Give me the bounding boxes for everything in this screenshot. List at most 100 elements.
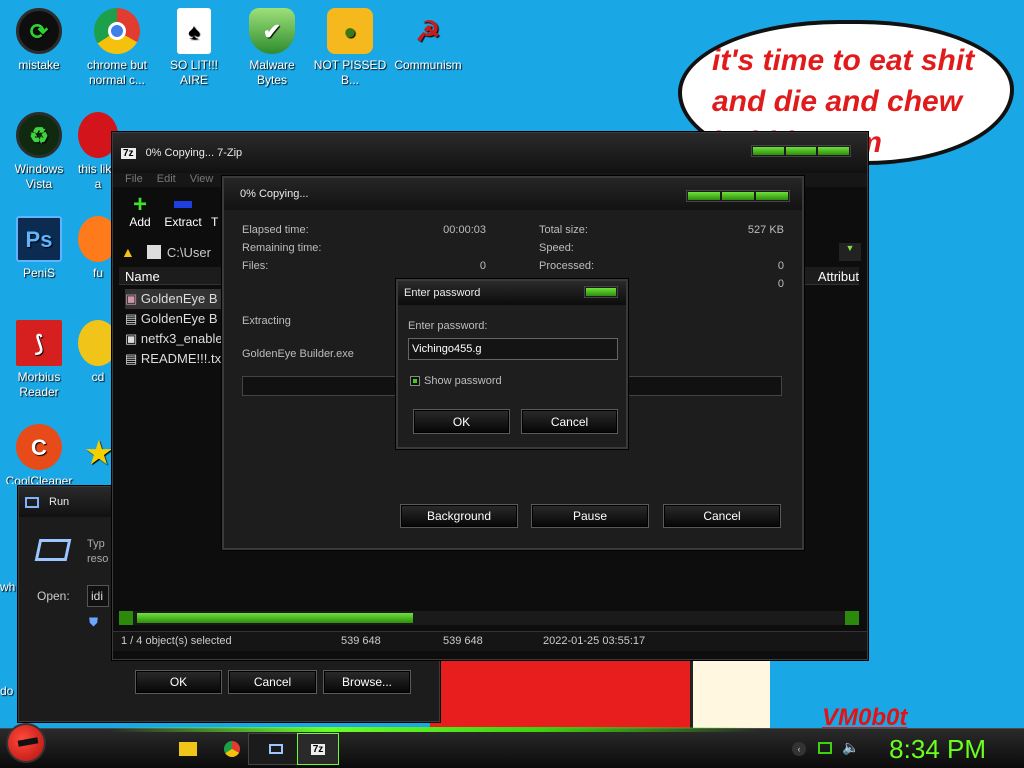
file-row[interactable]: ▣ GoldenEye B — [125, 289, 223, 309]
run-title: Run — [49, 496, 70, 508]
progress-cancel-button[interactable]: Cancel — [663, 504, 781, 528]
file-row[interactable]: ▤ GoldenEye B — [125, 309, 223, 329]
desktop-icon-communism[interactable]: ☭ Communism — [389, 8, 467, 73]
checkbox-checked-icon — [413, 379, 417, 383]
pause-button[interactable]: Pause — [531, 504, 649, 528]
desktop-icon-vista[interactable]: ♻ Windows Vista — [0, 112, 78, 192]
desktop-icon-label: mistake — [18, 58, 60, 72]
password-dialog: Enter password Enter password: Vichingo4… — [396, 279, 628, 449]
start-button-angry-bird-icon[interactable] — [6, 723, 46, 763]
desktop-icon-star[interactable]: ★ — [84, 430, 114, 480]
mistake-icon: ⟳ — [16, 8, 62, 54]
background-button[interactable]: Background — [400, 504, 518, 528]
total-size-value: 527 KB — [747, 224, 784, 236]
menu-edit[interactable]: Edit — [157, 173, 176, 187]
desktop-icon-coolcleaner[interactable]: C CoolCleaner — [0, 424, 78, 484]
desktop-icon-chrome[interactable]: chrome but normal c... — [78, 8, 156, 88]
status-modified: 2022-01-25 03:55:17 — [543, 635, 646, 647]
desktop-icon-label: Morbius Reader — [17, 370, 61, 399]
taskbar: 7z ‹ 🔈 8:34 PM — [0, 723, 1024, 768]
exe-icon: ▣ — [125, 291, 138, 306]
file-row[interactable]: ▤ README!!!.tx — [125, 349, 223, 369]
scroll-left-icon[interactable] — [119, 611, 133, 625]
show-password-label: Show password — [424, 375, 502, 387]
toolbar-add[interactable]: + Add — [125, 191, 155, 230]
horizontal-scrollbar[interactable] — [119, 611, 859, 625]
run-icon — [25, 496, 39, 508]
file-row[interactable]: ▣ netfx3_enable — [125, 329, 223, 349]
shield-check-icon: ✔ — [249, 8, 295, 54]
desktop-icon-wh[interactable]: wh — [0, 580, 20, 595]
toolbar-extract[interactable]: Extract — [163, 195, 203, 229]
progress-title: 0% Copying... — [240, 188, 309, 200]
chrome-icon — [94, 8, 140, 54]
zip-path[interactable]: C:\User — [167, 245, 211, 260]
path-dropdown-icon[interactable]: ▼ — [839, 243, 861, 261]
column-name[interactable]: Name — [125, 269, 160, 284]
current-file: GoldenEye Builder.exe — [242, 348, 354, 360]
desktop-icon-morbius-reader[interactable]: ⟆ Morbius Reader — [0, 320, 78, 400]
progress-window-controls[interactable] — [686, 190, 790, 202]
exe-icon: ▣ — [125, 331, 138, 346]
processed-label: Processed: — [539, 260, 595, 272]
scroll-right-icon[interactable] — [845, 611, 859, 625]
run-ok-button[interactable]: OK — [135, 670, 222, 694]
password-titlebar: Enter password — [398, 281, 626, 305]
desktop-icon-bad-piggies[interactable]: ● NOT PISSED B... — [311, 8, 389, 88]
file-name: README!!!.tx — [140, 351, 222, 366]
star-icon: ★ — [85, 436, 113, 470]
desktop-icon-photoshop[interactable]: Ps PeniS — [0, 216, 78, 281]
zip-statusbar: 1 / 4 object(s) selected 539 648 539 648… — [113, 631, 867, 651]
desktop-icon-solitaire[interactable]: ♠ SO LIT!!! AIRE — [155, 8, 233, 88]
taskbar-clock[interactable]: 8:34 PM — [889, 734, 986, 765]
desktop-icon-label: Communism — [394, 58, 462, 72]
desktop-icon-malwarebytes[interactable]: ✔ Malware Bytes — [233, 8, 311, 88]
extract-icon — [174, 201, 192, 208]
desktop-icon-label: Windows Vista — [14, 162, 64, 191]
remaining-label: Remaining time: — [242, 242, 322, 254]
status-selected: 1 / 4 object(s) selected — [121, 635, 232, 647]
taskbar-7zip[interactable]: 7z — [297, 733, 339, 765]
communism-icon: ☭ — [415, 15, 441, 47]
run-open-label: Open: — [37, 589, 70, 603]
taskbar-run[interactable] — [248, 733, 304, 765]
speed-label: Speed: — [539, 242, 574, 254]
desktop-icon-label: CoolCleaner — [5, 474, 73, 484]
7zip-icon: 7z — [121, 147, 136, 159]
password-cancel-button[interactable]: Cancel — [521, 409, 618, 434]
network-icon[interactable] — [818, 742, 832, 754]
menu-view[interactable]: View — [190, 173, 214, 187]
progress-titlebar: 0% Copying... — [224, 178, 802, 210]
password-input[interactable]: Vichingo455.g — [408, 338, 618, 360]
show-password-checkbox[interactable] — [410, 376, 420, 386]
toolbar-test[interactable]: T — [211, 215, 218, 229]
folder-up-icon[interactable]: ▲ — [121, 244, 135, 260]
zip-window-controls[interactable] — [751, 145, 851, 157]
pdf-reader-icon: ⟆ — [16, 320, 62, 366]
file-list: ▣ GoldenEye B ▤ GoldenEye B ▣ netfx3_ena… — [125, 289, 223, 369]
add-icon: + — [132, 191, 147, 218]
desktop-icon-label: SO LIT!!! AIRE — [169, 58, 218, 87]
toolbar-extract-label: Extract — [164, 215, 202, 229]
run-description: Typ reso — [87, 538, 109, 565]
volume-icon[interactable]: 🔈 — [842, 739, 859, 756]
run-icon — [269, 744, 283, 754]
scroll-thumb[interactable] — [137, 613, 413, 623]
tray-expand-icon[interactable]: ‹ — [792, 742, 806, 756]
files-label: Files: — [242, 260, 269, 272]
zip-titlebar: 7z 0% Copying... 7-Zip — [113, 133, 867, 173]
desktop-icon-label: NOT PISSED B... — [313, 58, 387, 87]
text-file-icon: ▤ — [125, 351, 138, 366]
password-ok-button[interactable]: OK — [413, 409, 510, 434]
password-prompt: Enter password: — [408, 320, 488, 332]
run-browse-button[interactable]: Browse... — [323, 670, 411, 694]
run-program-icon — [34, 539, 72, 561]
password-close-control[interactable] — [584, 286, 618, 298]
run-open-input[interactable]: idi — [87, 585, 109, 607]
solitaire-icon: ♠ — [177, 8, 211, 54]
desktop-icon-mistake[interactable]: ⟳ mistake — [0, 8, 78, 73]
run-cancel-button[interactable]: Cancel — [228, 670, 317, 694]
menu-file[interactable]: File — [125, 173, 143, 187]
column-attributes[interactable]: Attribut — [818, 269, 859, 284]
desktop-icon-do[interactable]: do — [0, 684, 20, 699]
